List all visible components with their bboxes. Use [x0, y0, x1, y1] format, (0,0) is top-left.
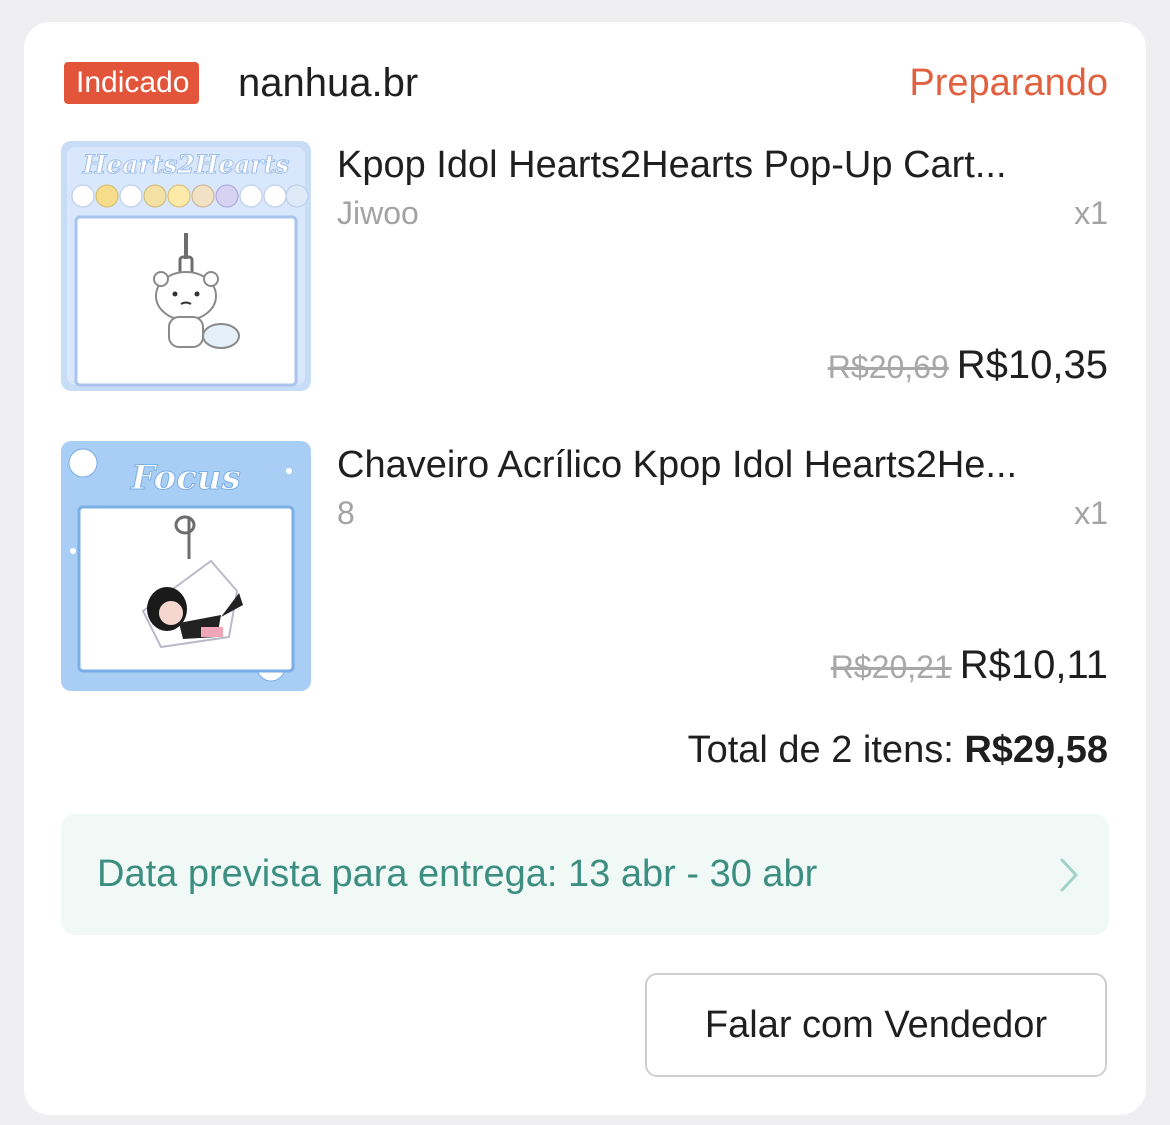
thumb-brand-text: Hearts2Hearts — [82, 150, 289, 179]
recommended-badge: Indicado — [64, 62, 200, 104]
product-title[interactable]: Kpop Idol Hearts2Hearts Pop-Up Cart... — [337, 141, 1108, 189]
delivery-estimate-row[interactable]: Data prevista para entrega: 13 abr - 30 … — [61, 814, 1109, 935]
chat-with-seller-button[interactable]: Falar com Vendedor — [645, 973, 1107, 1077]
delivery-estimate-text: Data prevista para entrega: 13 abr - 30 … — [97, 853, 818, 895]
product-quantity: x1 — [1074, 195, 1108, 231]
total-amount: R$29,58 — [964, 729, 1108, 771]
product-image-keychain-bear: Hearts2Hearts — [61, 141, 311, 391]
product-title[interactable]: Chaveiro Acrílico Kpop Idol Hearts2He... — [337, 441, 1108, 489]
order-status: Preparando — [909, 62, 1108, 104]
product-prices: R$20,21 R$10,11 — [831, 643, 1108, 688]
thumb-brand-text: Focus — [130, 458, 241, 498]
original-price: R$20,69 — [827, 349, 949, 385]
order-item[interactable]: Focus Chaveiro Acrílico Kpop Idol Hearts… — [61, 441, 1108, 693]
product-variant: 8 — [337, 495, 355, 531]
order-total: Total de 2 itens: R$29,58 — [688, 726, 1108, 774]
product-quantity: x1 — [1074, 495, 1108, 531]
discount-price: R$10,11 — [959, 643, 1108, 687]
order-item[interactable]: Hearts2Hearts Kpop Idol Hearts2Hearts Po… — [61, 141, 1108, 393]
product-image-keychain-girl: Focus — [61, 441, 311, 691]
order-header: Indicado nanhua.br Preparando — [64, 60, 1108, 108]
product-thumbnail[interactable]: Focus — [61, 441, 311, 691]
product-variant: Jiwoo — [337, 195, 419, 231]
chevron-right-icon — [1060, 858, 1078, 892]
total-label: Total de 2 itens: — [687, 729, 965, 771]
product-thumbnail[interactable]: Hearts2Hearts — [61, 141, 311, 391]
product-prices: R$20,69 R$10,35 — [828, 343, 1108, 388]
order-card: Indicado nanhua.br Preparando Hearts2Hea… — [24, 22, 1146, 1115]
discount-price: R$10,35 — [956, 343, 1108, 387]
original-price: R$20,21 — [830, 649, 952, 685]
shop-name[interactable]: nanhua.br — [238, 60, 418, 106]
